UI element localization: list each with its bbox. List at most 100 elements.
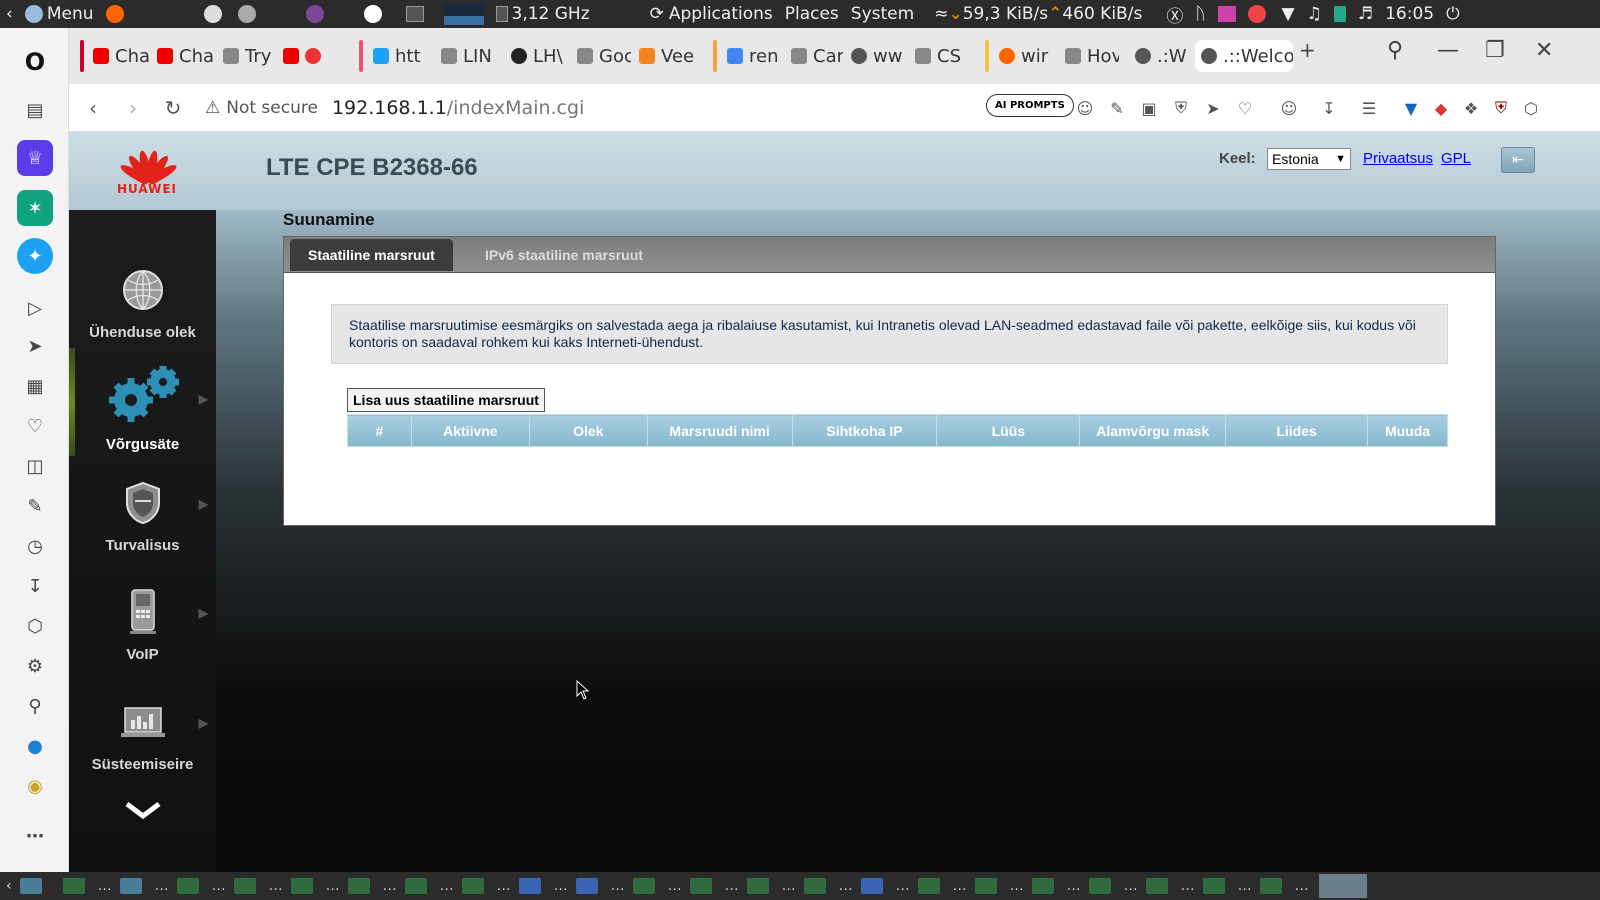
download-icon[interactable]: ↧ xyxy=(1319,98,1339,118)
shield-check-icon[interactable]: ⛨ xyxy=(1171,98,1191,118)
taskbar-window[interactable] xyxy=(746,878,769,894)
menu-item-voip[interactable]: VoIP ▶ xyxy=(69,584,216,663)
taskbar-window[interactable] xyxy=(917,878,940,894)
opera-icon[interactable]: O xyxy=(17,44,53,80)
tray-pink-icon[interactable] xyxy=(1217,6,1236,22)
panel-applet-a[interactable] xyxy=(203,5,226,23)
tab-static-route[interactable]: Staatiline marsruut xyxy=(290,239,453,271)
privacy-link[interactable]: Privaatsus xyxy=(1363,150,1433,167)
menu-scroll-down-icon[interactable] xyxy=(123,800,163,820)
menu-item-network-settings[interactable]: Võrgusäte ▶ xyxy=(69,360,216,453)
puzzle-icon[interactable]: ❖ xyxy=(1461,98,1481,118)
tab-ipv6-static-route[interactable]: IPv6 staatiline marsruut xyxy=(467,239,661,271)
taskbar-active-window[interactable] xyxy=(1318,874,1367,898)
taskbar-window[interactable] xyxy=(176,878,199,894)
minimize-icon[interactable]: — xyxy=(1437,38,1459,63)
tab[interactable]: ww xyxy=(851,40,907,72)
places-menu[interactable]: Places xyxy=(785,4,839,24)
battery-icon[interactable] xyxy=(1333,6,1346,22)
taskbar-window[interactable] xyxy=(461,878,484,894)
taskbar-window[interactable] xyxy=(19,878,42,894)
taskbar-window[interactable] xyxy=(632,878,655,894)
tab[interactable]: CS xyxy=(915,40,967,72)
coin-icon[interactable]: ◉ xyxy=(17,768,53,804)
download-icon[interactable]: ↧ xyxy=(17,568,53,604)
easy-setup-icon[interactable]: ☰ xyxy=(1359,98,1379,118)
menu-item-security[interactable]: Turvalisus ▶ xyxy=(69,475,216,554)
restore-icon[interactable]: ❐ xyxy=(1485,38,1505,63)
search-icon[interactable]: ⚲ xyxy=(1387,38,1403,63)
logout-icon[interactable]: ⇤ xyxy=(1501,147,1535,173)
new-tab-icon[interactable]: + xyxy=(1299,38,1316,62)
panel-applet-tor[interactable] xyxy=(305,5,328,23)
wifi-icon[interactable]: ▼ xyxy=(1282,4,1295,24)
panel-left-arrow[interactable]: ‹ xyxy=(6,4,13,24)
more-icon[interactable]: ⋯ xyxy=(17,818,53,854)
taskbar-window[interactable] xyxy=(347,878,370,894)
taskbar-window[interactable] xyxy=(290,878,313,894)
clock[interactable]: 16:05 xyxy=(1385,4,1434,24)
history-icon[interactable]: ◷ xyxy=(17,528,53,564)
tab[interactable]: ren xyxy=(727,40,785,72)
tab[interactable]: LH\ xyxy=(511,40,569,72)
chat-bubble-icon[interactable]: ● xyxy=(17,728,53,764)
edit-icon[interactable]: ✎ xyxy=(1107,98,1127,118)
cpu-freq[interactable]: 3,12 GHz xyxy=(495,4,590,24)
player-icon[interactable]: ▷ xyxy=(17,290,53,326)
panel-opera[interactable] xyxy=(363,5,386,23)
tab[interactable]: Cha xyxy=(157,40,213,72)
edit-icon[interactable]: ✎ xyxy=(17,488,53,524)
settings-icon[interactable]: ⚙ xyxy=(17,648,53,684)
tab[interactable]: Vee xyxy=(639,40,699,72)
panel-terminal[interactable] xyxy=(405,6,424,22)
heart-icon[interactable]: ♡ xyxy=(17,408,53,444)
tab[interactable]: Cha xyxy=(93,40,149,72)
back-icon[interactable]: ‹ xyxy=(73,96,113,120)
network-speed[interactable]: ≈ ⌄ 59,3 KiB/s ⌃ 460 KiB/s xyxy=(934,4,1142,24)
apps-grid-icon[interactable]: ▦ xyxy=(17,368,53,404)
panel-applet-gear[interactable] xyxy=(237,5,260,23)
taskbar-window[interactable] xyxy=(974,878,997,894)
tab-active[interactable]: .::Welco xyxy=(1195,40,1293,72)
tab[interactable] xyxy=(283,40,339,72)
lightbulb-icon[interactable]: ⚲ xyxy=(17,688,53,724)
taskbar-window[interactable] xyxy=(404,878,427,894)
ublock-icon[interactable]: ⛨ xyxy=(1491,98,1511,118)
extension-icon[interactable]: ◆ xyxy=(1431,98,1451,118)
menu-item-system-monitoring[interactable]: Süsteemiseire ▶ xyxy=(69,694,216,773)
taskbar-window[interactable] xyxy=(689,878,712,894)
taskbar-window[interactable] xyxy=(1202,878,1225,894)
firefox-launcher[interactable] xyxy=(105,5,128,23)
url-field[interactable]: 192.168.1.1/indexMain.cgi xyxy=(332,97,584,119)
cube-icon[interactable]: ⬡ xyxy=(1521,98,1541,118)
taskbar-window[interactable] xyxy=(575,878,598,894)
reading-list-icon[interactable]: ▤ xyxy=(17,92,53,128)
tab[interactable]: Try xyxy=(223,40,275,72)
news-icon[interactable]: ◫ xyxy=(17,448,53,484)
tab[interactable]: Goc xyxy=(577,40,631,72)
taskbar-window[interactable] xyxy=(1088,878,1111,894)
taskbar-window[interactable] xyxy=(1145,878,1168,894)
system-menu[interactable]: System xyxy=(851,4,914,24)
volume-icon[interactable]: ♬ xyxy=(1358,4,1373,24)
send-icon[interactable]: ➤ xyxy=(17,328,53,364)
tab[interactable]: .:W xyxy=(1135,40,1191,72)
tray-badge-icon[interactable] xyxy=(1247,5,1270,23)
gpl-link[interactable]: GPL xyxy=(1441,150,1471,167)
power-icon[interactable]: ⏻ xyxy=(1446,4,1459,24)
reload-icon[interactable]: ↻ xyxy=(153,96,193,120)
taskbar-window[interactable] xyxy=(62,878,85,894)
taskbar-window[interactable] xyxy=(1031,878,1054,894)
add-static-route-button[interactable]: Lisa uus staatiline marsruut xyxy=(347,388,545,412)
menu-item-connection-status[interactable]: Ühenduse olek xyxy=(69,262,216,341)
taskbar-window[interactable] xyxy=(803,878,826,894)
twitter-icon[interactable]: ✦ xyxy=(17,238,53,274)
ai-prompts-button[interactable]: AI PROMPTS xyxy=(986,94,1074,117)
chatgpt-icon[interactable]: ✶ xyxy=(17,190,53,226)
bell-icon[interactable]: ♫ xyxy=(1307,4,1322,24)
crown-icon[interactable]: ♕ xyxy=(17,140,53,176)
camera-icon[interactable]: ▣ xyxy=(1139,98,1159,118)
language-select[interactable]: Estonia ▼ xyxy=(1267,148,1351,170)
tab[interactable]: wir xyxy=(999,40,1057,72)
forward-icon[interactable]: › xyxy=(113,96,153,120)
